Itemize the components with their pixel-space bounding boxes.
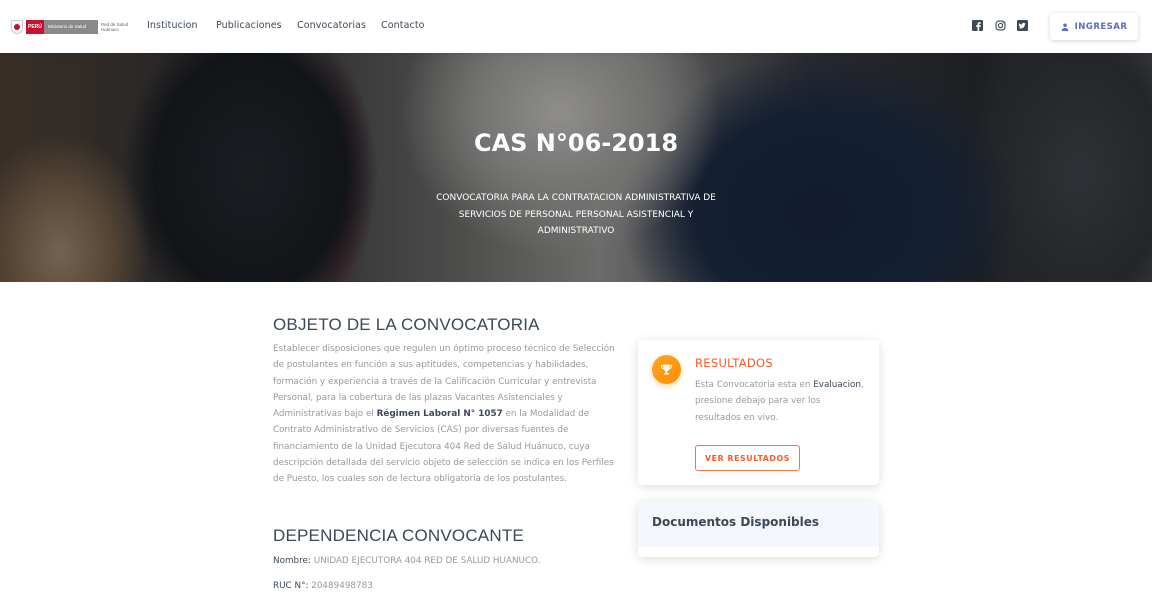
documents-title: Documentos Disponibles <box>652 515 820 529</box>
coat-of-arms-icon <box>11 19 23 34</box>
facebook-icon[interactable] <box>972 20 983 31</box>
objeto-text-part-1: Establecer disposiciones que regulen un … <box>273 344 615 420</box>
results-text-part-1: Esta Convocatoria esta en <box>695 380 814 390</box>
logo-peru: PERÚ <box>26 19 44 34</box>
user-icon <box>1061 23 1068 31</box>
nombre-value: UNIDAD EJECUTORA 404 RED DE SALUD HUANUC… <box>313 556 541 566</box>
view-results-button[interactable]: VER RESULTADOS <box>695 445 800 471</box>
top-navbar: PERÚ Ministerio de Salud Red de Salud Hu… <box>0 0 1152 53</box>
nombre-label: Nombre: <box>273 556 311 566</box>
login-label: INGRESAR <box>1074 21 1128 32</box>
login-button[interactable]: INGRESAR <box>1050 13 1138 40</box>
hero-subtitle: CONVOCATORIA PARA LA CONTRATACION ADMINI… <box>436 193 716 236</box>
results-title: RESULTADOS <box>695 356 774 370</box>
page-title: CAS N°06-2018 <box>473 129 679 157</box>
nav-publicaciones[interactable]: Publicaciones <box>216 20 282 31</box>
logo[interactable]: PERÚ Ministerio de Salud Red de Salud Hu… <box>11 18 131 35</box>
twitter-icon[interactable] <box>1017 20 1028 31</box>
objeto-title: OBJETO DE LA CONVOCATORIA <box>273 315 540 334</box>
nav-convocatorias[interactable]: Convocatorias <box>297 20 366 31</box>
dependencia-ruc: RUC N°: 20489498783 <box>273 581 373 591</box>
ruc-label: RUC N°: <box>273 581 309 591</box>
results-status: Evaluacion <box>813 380 861 390</box>
objeto-text-part-2: en la Modalidad de Contrato Administrati… <box>273 409 614 485</box>
hero-banner: CAS N°06-2018 CONVOCATORIA PARA LA CONTR… <box>0 53 1152 282</box>
logo-ministry: Ministerio de Salud <box>43 19 98 34</box>
trophy-icon <box>652 355 681 384</box>
instagram-icon[interactable] <box>995 20 1006 31</box>
dependencia-nombre: Nombre: UNIDAD EJECUTORA 404 RED DE SALU… <box>273 556 541 566</box>
ruc-value: 20489498783 <box>311 581 373 591</box>
nav-institucion[interactable]: Institucion <box>147 20 198 31</box>
objeto-highlight: Régimen Laboral N° 1057 <box>376 409 503 420</box>
objeto-text: Establecer disposiciones que regulen un … <box>273 341 621 488</box>
documents-card-header: Documentos Disponibles <box>638 501 879 547</box>
results-text: Esta Convocatoria esta en Evaluacion, pr… <box>695 377 865 426</box>
results-card: RESULTADOS Esta Convocatoria esta en Eva… <box>638 340 879 485</box>
logo-network: Red de Salud Huánuco <box>100 21 129 32</box>
dependencia-title: DEPENDENCIA CONVOCANTE <box>273 526 524 545</box>
documents-card: Documentos Disponibles <box>638 501 879 557</box>
nav-contacto[interactable]: Contacto <box>381 20 425 31</box>
